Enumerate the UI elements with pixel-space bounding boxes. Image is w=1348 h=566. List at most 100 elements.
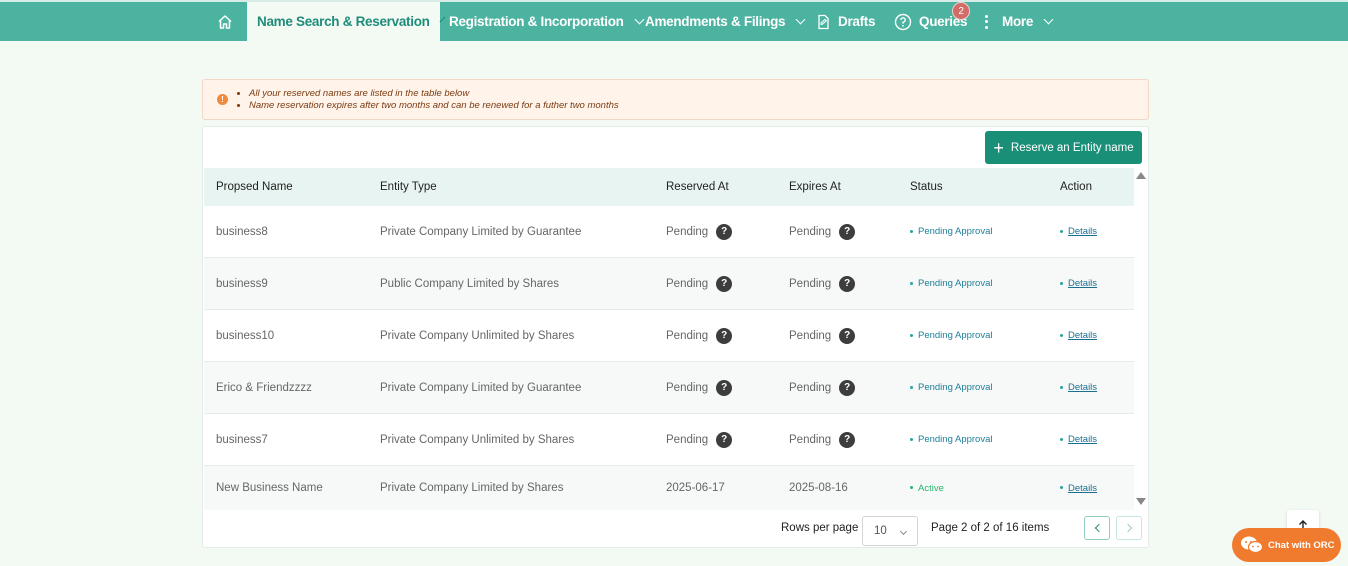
alert-list: All your reserved names are listed in th… <box>249 88 619 112</box>
table-row: Erico & Friendzzzz Private Company Limit… <box>204 362 1134 414</box>
expires-at: Pending? <box>789 431 856 448</box>
entity-type: Private Company Unlimited by Shares <box>380 329 575 342</box>
reserved-at: Pending? <box>666 379 733 396</box>
nav-amendments-filings[interactable]: Amendments & Filings <box>645 2 806 41</box>
entity-type: Private Company Limited by Shares <box>380 482 564 494</box>
chevron-right-icon <box>1123 523 1132 533</box>
status-badge: Pending Approval <box>910 382 992 393</box>
question-icon[interactable]: ? <box>716 223 733 240</box>
nav-registration-incorporation[interactable]: Registration & Incorporation <box>449 2 645 41</box>
rows-per-page-select[interactable]: 10 <box>862 516 918 546</box>
drafts-icon <box>815 14 831 30</box>
table-row: business10 Private Company Unlimited by … <box>204 310 1134 362</box>
chevron-left-icon <box>1094 523 1103 533</box>
question-icon[interactable]: ? <box>839 327 856 344</box>
reserved-at: Pending? <box>666 431 733 448</box>
question-icon[interactable]: ? <box>716 275 733 292</box>
home-icon[interactable] <box>210 2 240 41</box>
column-header: Propsed Name <box>216 181 293 193</box>
next-page-button[interactable] <box>1116 516 1142 540</box>
proposed-name: business7 <box>216 433 268 446</box>
nav-queries[interactable]: Queries 2 <box>894 2 970 41</box>
status-badge: Pending Approval <box>910 434 992 445</box>
entity-type: Private Company Limited by Guarantee <box>380 381 582 394</box>
question-icon[interactable]: ? <box>839 431 856 448</box>
status-badge: Pending Approval <box>910 330 992 341</box>
chevron-down-icon <box>634 14 645 25</box>
expires-at: Pending? <box>789 327 856 344</box>
proposed-name: business8 <box>216 225 268 238</box>
table-row: business9 Public Company Limited by Shar… <box>204 258 1134 310</box>
status-badge: Active <box>910 483 944 494</box>
proposed-name: business10 <box>216 329 275 342</box>
reservations-card: + Reserve an Entity name Propsed Name En… <box>202 126 1149 548</box>
column-header: Status <box>910 181 943 193</box>
rows-per-page-label: Rows per page <box>781 522 859 534</box>
nav-label: Name Search & Reservation <box>257 14 430 29</box>
entity-type: Private Company Unlimited by Shares <box>380 433 575 446</box>
chevron-down-icon <box>439 16 445 23</box>
proposed-name: business9 <box>216 277 268 290</box>
expires-at: 2025-08-16 <box>789 482 848 494</box>
chevron-down-icon <box>795 14 806 25</box>
question-icon[interactable]: ? <box>716 431 733 448</box>
wechat-icon <box>1241 536 1264 554</box>
chevron-down-icon <box>899 527 907 536</box>
column-header: Entity Type <box>380 181 437 193</box>
details-link[interactable]: Details <box>1060 434 1097 445</box>
pagination: Rows per page 10 Page 2 of 2 of 16 items <box>203 511 1150 547</box>
reserved-at: Pending? <box>666 223 733 240</box>
nav-more[interactable]: More <box>985 2 1054 41</box>
reservations-table: Propsed Name Entity Type Reserved At Exp… <box>204 168 1134 510</box>
column-header: Reserved At <box>666 181 729 193</box>
reserved-at: 2025-06-17 <box>666 482 725 494</box>
top-navigation: Name Search & Reservation Registration &… <box>0 0 1348 41</box>
reserved-at: Pending? <box>666 275 733 292</box>
question-icon[interactable]: ? <box>716 327 733 344</box>
entity-type: Public Company Limited by Shares <box>380 277 559 290</box>
details-link[interactable]: Details <box>1060 483 1097 494</box>
status-badge: Pending Approval <box>910 226 992 237</box>
chat-label: Chat with ORC <box>1268 539 1335 551</box>
proposed-name: New Business Name <box>216 482 323 494</box>
expires-at: Pending? <box>789 223 856 240</box>
details-link[interactable]: Details <box>1060 330 1097 341</box>
plus-icon: + <box>993 137 1004 158</box>
entity-type: Private Company Limited by Guarantee <box>380 225 582 238</box>
table-row: business8 Private Company Limited by Gua… <box>204 206 1134 258</box>
info-alert: ! All your reserved names are listed in … <box>202 79 1149 120</box>
chat-button[interactable]: Chat with ORC <box>1232 528 1341 562</box>
alert-line: All your reserved names are listed in th… <box>249 88 619 100</box>
alert-line: Name reservation expires after two month… <box>249 100 619 112</box>
column-header: Action <box>1060 181 1092 193</box>
nav-label: Amendments & Filings <box>645 14 786 29</box>
notification-badge: 2 <box>952 2 970 20</box>
button-label: Reserve an Entity name <box>1010 141 1134 154</box>
details-link[interactable]: Details <box>1060 278 1097 289</box>
details-link[interactable]: Details <box>1060 226 1097 237</box>
reserved-at: Pending? <box>666 327 733 344</box>
nav-name-search-reservation[interactable]: Name Search & Reservation <box>247 2 445 41</box>
question-icon[interactable]: ? <box>839 223 856 240</box>
nav-label: Registration & Incorporation <box>449 14 624 29</box>
scroll-down-arrow-icon[interactable] <box>1136 498 1146 505</box>
question-icon[interactable]: ? <box>839 275 856 292</box>
nav-label: More <box>1002 14 1034 29</box>
warning-icon: ! <box>217 94 228 105</box>
nav-drafts[interactable]: Drafts <box>815 2 876 41</box>
chevron-down-icon <box>1043 14 1054 25</box>
more-vertical-icon <box>985 14 988 29</box>
question-circle-icon <box>894 13 912 31</box>
column-header: Expires At <box>789 181 841 193</box>
table-header: Propsed Name Entity Type Reserved At Exp… <box>204 168 1134 206</box>
expires-at: Pending? <box>789 275 856 292</box>
status-badge: Pending Approval <box>910 278 992 289</box>
expires-at: Pending? <box>789 379 856 396</box>
reserve-entity-name-button[interactable]: + Reserve an Entity name <box>985 131 1142 164</box>
previous-page-button[interactable] <box>1084 516 1110 540</box>
nav-label: Drafts <box>838 14 876 29</box>
question-icon[interactable]: ? <box>716 379 733 396</box>
question-icon[interactable]: ? <box>839 379 856 396</box>
scroll-up-arrow-icon[interactable] <box>1136 172 1146 179</box>
details-link[interactable]: Details <box>1060 382 1097 393</box>
